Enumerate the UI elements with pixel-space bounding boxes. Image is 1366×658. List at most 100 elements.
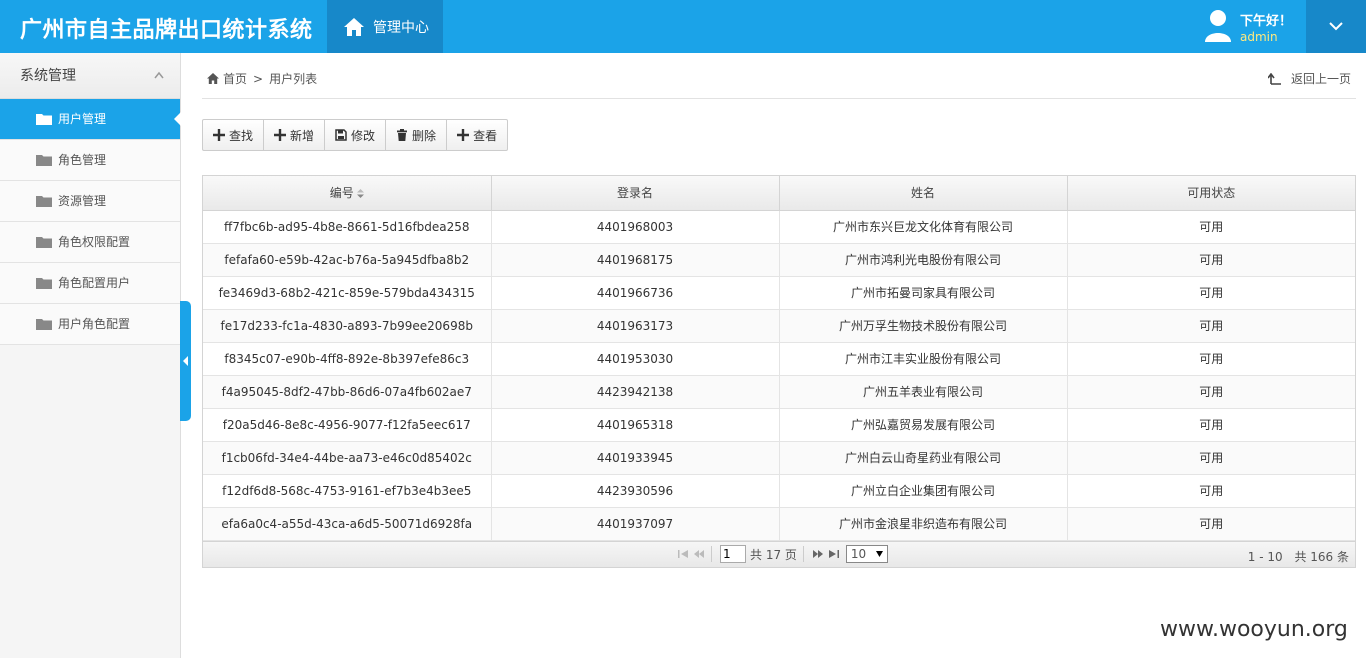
cell-name: 广州万孚生物技术股份有限公司	[779, 309, 1068, 343]
cell-status: 可用	[1067, 342, 1355, 376]
sidebar-item-label: 资源管理	[58, 194, 107, 208]
chevron-up-icon	[154, 71, 164, 79]
sidebar-item[interactable]: 用户管理	[0, 99, 181, 140]
chevron-left-icon	[183, 356, 188, 366]
cell-id: f20a5d46-8e8c-4956-9077-f12fa5eec617	[203, 408, 492, 442]
nav-tab-management-center[interactable]: 管理中心	[327, 0, 443, 53]
next-page-icon[interactable]	[812, 550, 823, 558]
cell-login: 4401966736	[491, 276, 780, 310]
cell-name: 广州市东兴巨龙文化体育有限公司	[779, 210, 1068, 244]
record-summary: 1 - 10 共 166 条	[1248, 548, 1349, 565]
home-icon	[344, 17, 364, 36]
toolbar: 查找 新增 修改 删除 查看	[202, 119, 509, 151]
sidebar-item[interactable]: 资源管理	[0, 181, 180, 222]
last-page-icon[interactable]	[828, 550, 839, 558]
plus-icon	[213, 129, 225, 141]
cell-status: 可用	[1067, 309, 1355, 343]
search-button[interactable]: 查找	[203, 120, 265, 150]
folder-icon	[36, 114, 52, 125]
cell-login: 4401933945	[491, 441, 780, 475]
page-number-input[interactable]	[720, 545, 746, 563]
table-row[interactable]: f12df6d8-568c-4753-9161-ef7b3e4b3ee5 4423…	[203, 474, 1355, 508]
sidebar-item[interactable]: 角色权限配置	[0, 222, 180, 263]
cell-login: 4401968175	[491, 243, 780, 277]
return-arrow-icon	[1268, 72, 1281, 85]
trash-icon	[397, 129, 408, 141]
page-size-select[interactable]: 10	[845, 545, 888, 563]
cell-id: efa6a0c4-a55d-43ca-a6d5-50071d6928fa	[203, 507, 492, 541]
table-row[interactable]: fefafa60-e59b-42ac-b76a-5a945dfba8b2 4401…	[203, 243, 1355, 277]
cell-login: 4423942138	[491, 375, 780, 409]
user-menu-toggle[interactable]	[1306, 0, 1366, 53]
sidebar-item-label: 角色配置用户	[58, 276, 131, 290]
total-pages-text: 共 17 页	[750, 547, 797, 562]
delete-button[interactable]: 删除	[386, 120, 448, 150]
cell-status: 可用	[1067, 441, 1355, 475]
view-button-label: 查看	[473, 128, 498, 143]
folder-icon	[36, 155, 52, 166]
view-button[interactable]: 查看	[447, 120, 507, 150]
delete-button-label: 删除	[412, 128, 437, 143]
cell-name: 广州市江丰实业股份有限公司	[779, 342, 1068, 376]
breadcrumb-home[interactable]: 首页	[223, 70, 247, 87]
add-button[interactable]: 新增	[264, 120, 326, 150]
table-row[interactable]: fe17d233-fc1a-4830-a893-7b99ee20698b 4401…	[203, 309, 1355, 343]
table-row[interactable]: f4a95045-8df2-47bb-86d6-07a4fb602ae7 4423…	[203, 375, 1355, 409]
back-button-label: 返回上一页	[1291, 72, 1352, 86]
cell-id: f1cb06fd-34e4-44be-aa73-e46c0d85402c	[203, 441, 492, 475]
sidebar-item[interactable]: 角色管理	[0, 140, 180, 181]
save-icon	[335, 129, 347, 141]
table-row[interactable]: f20a5d46-8e8c-4956-9077-f12fa5eec617 4401…	[203, 408, 1355, 442]
pagination-bar: 共 17 页 10 1 - 10 共 166 条	[203, 541, 1355, 567]
table-row[interactable]: ff7fbc6b-ad95-4b8e-8661-5d16fbdea258 4401…	[203, 210, 1355, 244]
watermark: www.wooyun.org	[1160, 617, 1348, 642]
sort-icon	[356, 189, 364, 199]
sidebar: 系统管理 用户管理角色管理资源管理角色权限配置角色配置用户 用户角色配置	[0, 53, 181, 658]
cell-status: 可用	[1067, 408, 1355, 442]
column-header-name[interactable]: 姓名	[779, 176, 1068, 211]
cell-login: 4401965318	[491, 408, 780, 442]
sidebar-collapse-handle[interactable]	[180, 301, 191, 421]
cell-login: 4401968003	[491, 210, 780, 244]
cell-login: 4423930596	[491, 474, 780, 508]
cell-name: 广州市金浪星非织造布有限公司	[779, 507, 1068, 541]
sidebar-item[interactable]: 用户角色配置	[0, 304, 180, 345]
cell-id: fe3469d3-68b2-421c-859e-579bda434315	[203, 276, 492, 310]
sidebar-item-label: 角色管理	[58, 153, 107, 167]
table-row[interactable]: efa6a0c4-a55d-43ca-a6d5-50071d6928fa 4401…	[203, 507, 1355, 541]
pagination-controls: 共 17 页 10	[675, 545, 888, 563]
breadcrumb-divider	[202, 98, 1356, 99]
column-header-status[interactable]: 可用状态	[1067, 176, 1355, 211]
chevron-down-icon	[1329, 22, 1343, 31]
edit-button-label: 修改	[351, 128, 376, 143]
cell-name: 广州五羊表业有限公司	[779, 375, 1068, 409]
column-header-login[interactable]: 登录名	[491, 176, 780, 211]
first-page-icon[interactable]	[678, 550, 688, 558]
user-avatar-icon	[1205, 10, 1231, 42]
cell-id: f4a95045-8df2-47bb-86d6-07a4fb602ae7	[203, 375, 492, 409]
edit-button[interactable]: 修改	[325, 120, 387, 150]
app-title: 广州市自主品牌出口统计系统	[20, 18, 313, 43]
table-row[interactable]: fe3469d3-68b2-421c-859e-579bda434315 4401…	[203, 276, 1355, 310]
add-button-label: 新增	[290, 128, 315, 143]
folder-icon	[36, 196, 52, 207]
column-header-id[interactable]: 编号	[203, 176, 492, 211]
back-button[interactable]: 返回上一页	[1268, 70, 1351, 87]
username-text: admin	[1240, 30, 1278, 44]
record-range: 1 - 10	[1247, 550, 1283, 564]
prev-page-icon[interactable]	[694, 550, 704, 558]
sidebar-item-label: 用户角色配置	[58, 317, 131, 331]
plus-icon	[457, 129, 470, 141]
table-row[interactable]: f8345c07-e90b-4ff8-892e-8b397efe86c3 4401…	[203, 342, 1355, 376]
table-row[interactable]: f1cb06fd-34e4-44be-aa73-e46c0d85402c 4401…	[203, 441, 1355, 475]
cell-name: 广州白云山奇星药业有限公司	[779, 441, 1068, 475]
breadcrumb: 首页 > 用户列表	[207, 70, 317, 87]
user-table: 编号 登录名 姓名 可用状态 ff7fbc6b-ad95-4b8e-8661-5…	[202, 175, 1356, 568]
sidebar-item[interactable]: 角色配置用户	[0, 263, 180, 304]
cell-status: 可用	[1067, 507, 1355, 541]
folder-icon	[36, 319, 52, 330]
cell-id: ff7fbc6b-ad95-4b8e-8661-5d16fbdea258	[203, 210, 492, 244]
record-total: 共 166 条	[1294, 550, 1349, 564]
top-header: 广州市自主品牌出口统计系统 管理中心 下午好！ admin	[0, 0, 1366, 53]
sidebar-group-system[interactable]: 系统管理	[0, 53, 180, 99]
